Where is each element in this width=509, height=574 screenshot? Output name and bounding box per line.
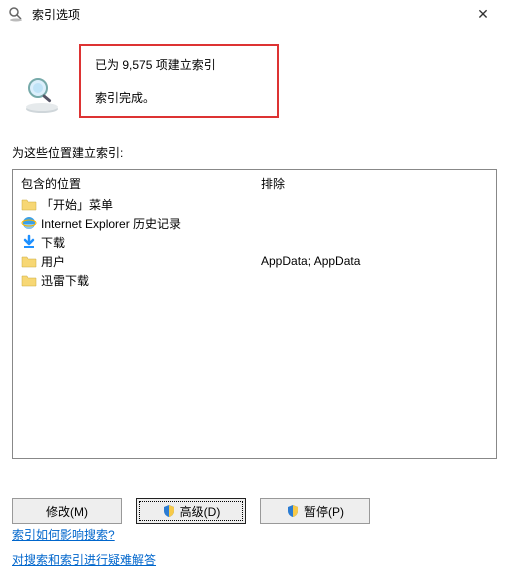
col-included: 包含的位置 <box>21 175 261 192</box>
pause-label: 暂停(P) <box>304 503 344 520</box>
folder-icon <box>21 253 37 269</box>
modify-label: 修改(M) <box>46 503 88 520</box>
status-highlight-box: 已为 9,575 项建立索引 索引完成。 <box>79 44 279 118</box>
item-name: 迅雷下载 <box>41 272 261 289</box>
folder-icon <box>21 272 37 288</box>
list-header: 包含的位置 排除 <box>13 170 496 192</box>
locations-listbox[interactable]: 包含的位置 排除 「开始」菜单Internet Explorer 历史记录下载用… <box>12 169 497 459</box>
status-count: 已为 9,575 项建立索引 <box>95 56 263 73</box>
list-item[interactable]: 下载 <box>21 233 488 251</box>
magnifier-icon <box>22 74 62 114</box>
section-label: 为这些位置建立索引: <box>12 144 509 161</box>
status-done: 索引完成。 <box>95 89 263 106</box>
close-button[interactable]: ✕ <box>465 3 501 25</box>
status-area: 已为 9,575 项建立索引 索引完成。 <box>0 34 509 114</box>
list-item[interactable]: 用户AppData; AppData <box>21 252 488 270</box>
button-row: 修改(M) 高级(D) 暂停(P) <box>12 498 370 524</box>
folder-icon <box>21 196 37 212</box>
item-name: Internet Explorer 历史记录 <box>41 215 261 232</box>
item-name: 用户 <box>41 253 261 270</box>
app-icon <box>8 6 24 22</box>
list-item[interactable]: Internet Explorer 历史记录 <box>21 214 488 232</box>
advanced-button[interactable]: 高级(D) <box>136 498 246 524</box>
shield-icon <box>286 504 300 518</box>
window-title: 索引选项 <box>32 6 465 23</box>
col-excluded: 排除 <box>261 175 488 192</box>
help-link[interactable]: 索引如何影响搜索? <box>12 526 156 543</box>
list-item[interactable]: 迅雷下载 <box>21 271 488 289</box>
ie-icon <box>21 215 37 231</box>
list-item[interactable]: 「开始」菜单 <box>21 195 488 213</box>
item-excluded: AppData; AppData <box>261 254 488 268</box>
item-name: 「开始」菜单 <box>41 196 261 213</box>
help-links: 索引如何影响搜索? 对搜索和索引进行疑难解答 <box>12 526 156 568</box>
titlebar: 索引选项 ✕ <box>0 0 509 28</box>
advanced-label: 高级(D) <box>180 503 221 520</box>
modify-button[interactable]: 修改(M) <box>12 498 122 524</box>
download-icon <box>21 234 37 250</box>
troubleshoot-link[interactable]: 对搜索和索引进行疑难解答 <box>12 551 156 568</box>
pause-button[interactable]: 暂停(P) <box>260 498 370 524</box>
item-name: 下载 <box>41 234 261 251</box>
shield-icon <box>162 504 176 518</box>
